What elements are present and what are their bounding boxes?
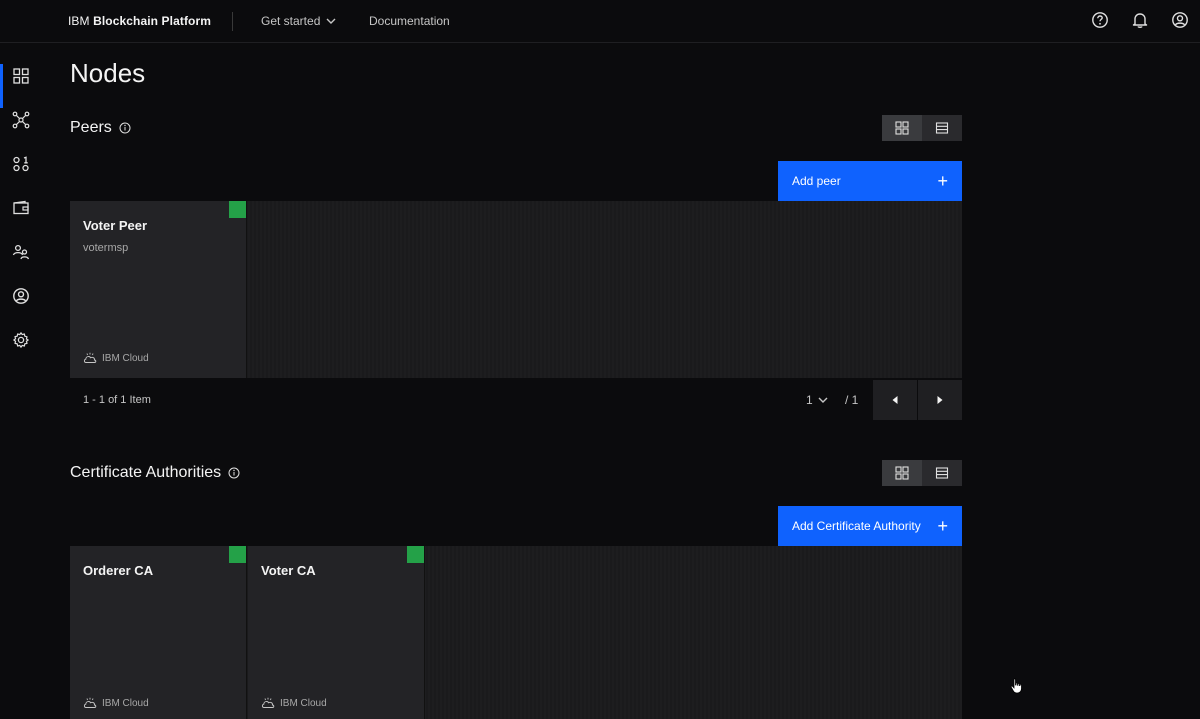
sidebar-item-organizations[interactable]: [0, 230, 42, 274]
tile-view-icon: [895, 466, 909, 480]
sidebar-item-channels[interactable]: [0, 98, 42, 142]
sidebar-item-wallet[interactable]: [0, 186, 42, 230]
ibm-cloud-icon: [83, 352, 97, 363]
nav-documentation[interactable]: Documentation: [369, 14, 450, 28]
top-header: IBM Blockchain Platform Get started Docu…: [0, 0, 1200, 43]
chevron-down-icon: [326, 18, 336, 24]
plus-icon: +: [937, 170, 948, 191]
organizations-icon: [12, 244, 30, 260]
brand-prefix: IBM: [68, 14, 90, 28]
sidebar-item-smart-contracts[interactable]: [0, 142, 42, 186]
next-page-button[interactable]: [918, 380, 962, 420]
sidebar-item-settings[interactable]: [0, 318, 42, 362]
sidebar-item-nodes[interactable]: [0, 54, 42, 108]
nav-documentation-label: Documentation: [369, 14, 450, 28]
plus-icon: +: [937, 515, 948, 536]
peers-view-toggle: [882, 115, 962, 141]
status-indicator: [407, 546, 424, 563]
users-icon: [13, 288, 29, 304]
add-certificate-authority-button[interactable]: Add Certificate Authority +: [778, 506, 962, 546]
network-channels-icon: [12, 111, 30, 129]
wallet-icon: [13, 200, 29, 215]
tile-platform: IBM Cloud: [102, 352, 149, 364]
list-view-icon: [935, 122, 949, 134]
notification-icon[interactable]: [1131, 11, 1149, 29]
ca-tile-grid: Orderer CA IBM Cloud Voter CA IBM Cloud: [70, 546, 962, 719]
ibm-cloud-icon: [83, 697, 97, 708]
page-total: / 1: [845, 393, 859, 407]
status-indicator: [229, 546, 246, 563]
brand-logo[interactable]: IBM Blockchain Platform: [68, 14, 211, 28]
tile-footer: IBM Cloud: [83, 697, 149, 709]
tile-platform: IBM Cloud: [102, 697, 149, 709]
sidebar-item-users[interactable]: [0, 274, 42, 318]
ca-view-toggle: [882, 460, 962, 486]
tile-view-icon: [895, 121, 909, 135]
page-title: Nodes: [70, 58, 146, 88]
tile-footer: IBM Cloud: [261, 697, 327, 709]
ca-tile-view-button[interactable]: [882, 460, 922, 486]
user-avatar-icon[interactable]: [1171, 11, 1189, 29]
ibm-cloud-icon: [261, 697, 275, 708]
peers-tile-grid: Voter Peer votermsp IBM Cloud: [70, 201, 962, 378]
status-indicator: [229, 201, 246, 218]
settings-icon: [13, 332, 29, 348]
ca-tile[interactable]: Orderer CA IBM Cloud: [70, 546, 247, 719]
peers-tile-view-button[interactable]: [882, 115, 922, 141]
add-peer-label: Add peer: [792, 174, 841, 188]
chevron-down-icon: [818, 397, 828, 403]
brand-name: Blockchain Platform: [93, 14, 212, 28]
peers-list-view-button[interactable]: [922, 115, 962, 141]
pagination-range: 1 - 1 of 1 Item: [83, 394, 151, 406]
ca-section-title: Certificate Authorities: [70, 464, 240, 482]
ca-title-text: Certificate Authorities: [70, 464, 222, 481]
nav-get-started[interactable]: Get started: [261, 14, 336, 28]
info-icon[interactable]: [119, 122, 131, 134]
nodes-grid-icon: [13, 68, 29, 84]
peer-tile[interactable]: Voter Peer votermsp IBM Cloud: [70, 201, 247, 378]
tile-name: Orderer CA: [83, 563, 154, 578]
list-view-icon: [935, 467, 949, 479]
previous-page-button[interactable]: [873, 380, 917, 420]
tile-footer: IBM Cloud: [83, 352, 149, 364]
tile-name: Voter CA: [261, 563, 316, 578]
left-sidebar: [0, 43, 42, 719]
page-select-value: 1: [806, 393, 813, 407]
caret-right-icon: [937, 396, 943, 404]
smart-contracts-icon: [13, 156, 29, 172]
add-ca-label: Add Certificate Authority: [792, 519, 921, 533]
peers-section-title: Peers: [70, 119, 131, 137]
nav-get-started-label: Get started: [261, 14, 321, 28]
ca-list-view-button[interactable]: [922, 460, 962, 486]
page-select[interactable]: 1: [806, 393, 828, 407]
ca-tile[interactable]: Voter CA IBM Cloud: [248, 546, 425, 719]
tile-msp: votermsp: [83, 242, 129, 254]
tile-name: Voter Peer: [83, 218, 148, 233]
peers-title-text: Peers: [70, 119, 112, 136]
info-icon[interactable]: [228, 467, 240, 479]
add-peer-button[interactable]: Add peer +: [778, 161, 962, 201]
tile-platform: IBM Cloud: [280, 697, 327, 709]
caret-left-icon: [892, 396, 898, 404]
header-divider: [232, 12, 233, 31]
mouse-pointer-icon: [1010, 678, 1022, 694]
help-icon[interactable]: [1091, 11, 1109, 29]
